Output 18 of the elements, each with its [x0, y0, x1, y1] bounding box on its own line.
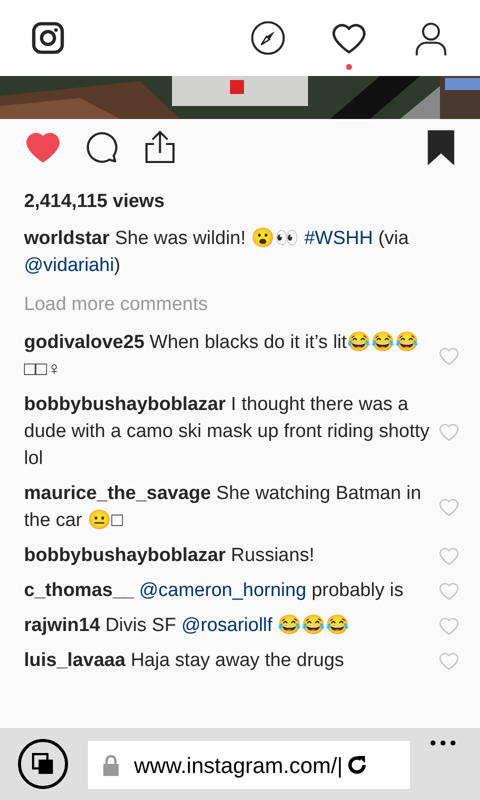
- comment-text: rajwin14 Divis SF @rosariollf 😂😂😂: [24, 614, 351, 638]
- url-text: www.instagram.com/|: [134, 752, 343, 780]
- comment-text: c_thomas__ @cameron_horning probably is: [24, 579, 404, 603]
- more-icon[interactable]: [430, 740, 456, 746]
- view-count: 2,414,115 views: [23, 190, 166, 214]
- caption-text: worldstar She was wildin! 😮👀 #WSHH (via @vidariahi): [23, 226, 410, 278]
- tabs-button[interactable]: [18, 739, 68, 789]
- comment-text: maurice_the_savage She watching Batman in the car 😐□: [24, 482, 422, 533]
- tabs-icon: [32, 753, 54, 775]
- camera-icon[interactable]: [30, 20, 66, 56]
- comment-text: bobbybushayboblazar Russians!: [24, 544, 316, 568]
- bookmark-icon[interactable]: [426, 129, 456, 165]
- comment-text: godivalove25 When blacks do it it’s lit😂😂😂□□♀: [24, 330, 420, 382]
- compass-icon[interactable]: [250, 20, 286, 56]
- comment-text: bobbybushayboblazar I thought there was a dude with a camo ski mask up front riding shotty lol: [24, 393, 430, 471]
- lock-icon: [102, 754, 120, 776]
- address-field[interactable]: www.instagram.com/|: [88, 741, 410, 789]
- comment-text: luis_lavaaa Haja stay away the drugs: [24, 649, 346, 673]
